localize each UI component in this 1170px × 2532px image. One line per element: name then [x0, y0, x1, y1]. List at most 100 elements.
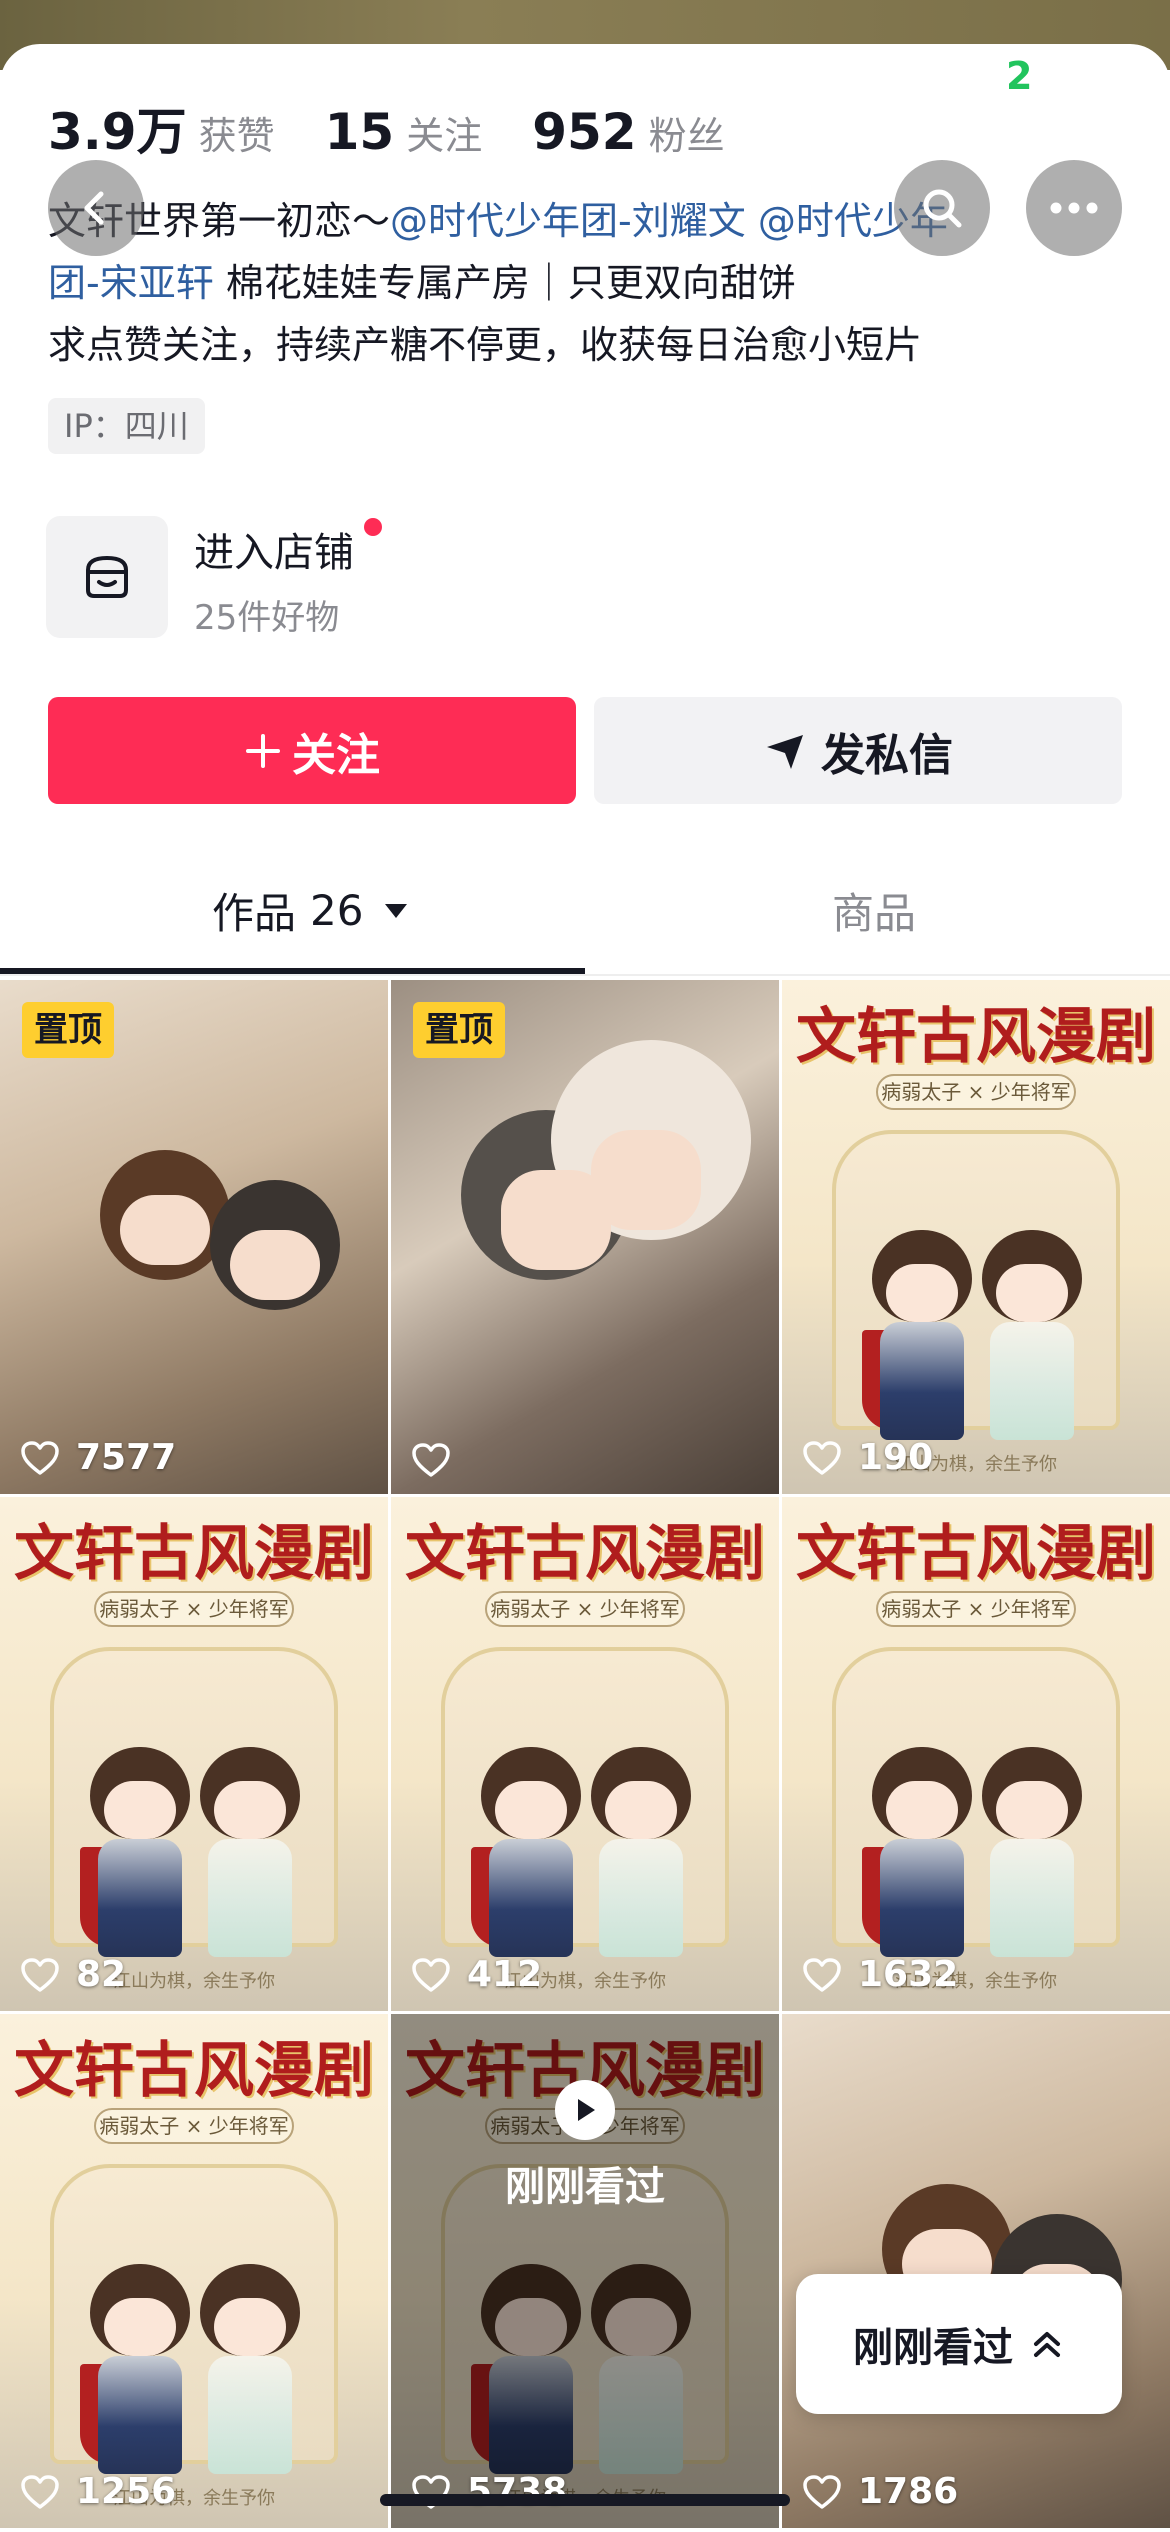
- doll-prince: [190, 1747, 310, 1957]
- search-icon: [923, 189, 962, 228]
- shop-entry-title[interactable]: 进入店铺: [194, 520, 354, 578]
- tab-divider: [0, 974, 1170, 976]
- mention-link-liu[interactable]: @时代少年团-刘耀文: [390, 199, 746, 243]
- followers-count[interactable]: 952: [532, 103, 636, 161]
- shop-new-dot: [364, 518, 382, 536]
- back-button[interactable]: [48, 160, 144, 256]
- tab-works[interactable]: 作品 26: [212, 880, 409, 941]
- profile-stats: 3.9万 获赞 15 关注 952 粉丝: [48, 92, 775, 161]
- home-indicator[interactable]: [380, 2494, 790, 2506]
- tab-goods[interactable]: 商品: [832, 880, 916, 941]
- search-button[interactable]: [894, 160, 990, 256]
- notification-badge: 2: [1006, 54, 1033, 98]
- heart-icon: [21, 1957, 59, 1992]
- doll-prince: [581, 1747, 701, 1957]
- just-watched-button[interactable]: 刚刚看过: [796, 2274, 1122, 2414]
- shop-entry-icon-box[interactable]: [46, 516, 168, 638]
- likes-label: 获赞: [198, 114, 275, 158]
- heart-icon: [803, 1440, 841, 1475]
- more-dots-icon: [1050, 202, 1098, 214]
- plus-icon: [246, 733, 280, 768]
- like-count-value: 1786: [858, 2471, 959, 2512]
- double-chevron-up-icon: [1034, 2332, 1060, 2357]
- doll-general: [80, 2264, 200, 2474]
- following-label[interactable]: 关注: [406, 105, 482, 160]
- doll-general: [862, 1747, 982, 1957]
- mention-link-song-b[interactable]: 团-宋亚轩: [48, 261, 214, 305]
- message-button[interactable]: 发私信: [594, 697, 1122, 804]
- follow-button[interactable]: 关注: [48, 697, 576, 804]
- video-thumbnail[interactable]: 文轩古风漫剧 病弱太子 × 少年将军 江山为棋，余生予你 190: [782, 980, 1170, 1494]
- like-count-value: 82: [76, 1954, 127, 1995]
- more-button[interactable]: [1026, 160, 1122, 256]
- poster-subtitle: 病弱太子 × 少年将军: [94, 1591, 294, 1627]
- followers-label[interactable]: 粉丝: [649, 105, 725, 160]
- video-thumbnail[interactable]: 文轩古风漫剧 病弱太子 × 少年将军 江山为棋，余生予你 82: [0, 1497, 388, 2011]
- bio-text: 棉花娃娃专属产房｜只更双向甜饼: [225, 261, 796, 305]
- poster-subtitle: 病弱太子 × 少年将军: [94, 2108, 294, 2144]
- doll-prince: [972, 1747, 1092, 1957]
- send-icon: [767, 734, 803, 769]
- like-count-value: 1256: [76, 2471, 177, 2512]
- like-count: 1256: [20, 2471, 176, 2512]
- like-count-value: 190: [858, 1437, 934, 1478]
- doll-general: [862, 1230, 982, 1440]
- shop-icon: [86, 555, 128, 598]
- video-thumbnail[interactable]: 1786: [782, 2014, 1170, 2528]
- like-count: 1632: [802, 1954, 958, 1995]
- heart-icon: [412, 1443, 450, 1477]
- doll-prince: [190, 2264, 310, 2474]
- pinned-badge: 置顶: [22, 1002, 114, 1058]
- caret-down-icon: [385, 903, 408, 918]
- profile-screen: { "status": {"badge": "2"}, "stats": [ {…: [0, 0, 1170, 2532]
- doll-general: [80, 1747, 200, 1957]
- poster-title: 文轩古风漫剧: [796, 1519, 1156, 1589]
- heart-icon: [803, 1957, 841, 1992]
- doll-prince: [972, 1230, 1092, 1440]
- plush-doll-face: [120, 1195, 210, 1265]
- like-count-value: 412: [467, 1954, 543, 1995]
- poster-title: 文轩古风漫剧: [796, 1002, 1156, 1072]
- poster-subtitle: 病弱太子 × 少年将军: [485, 1591, 685, 1627]
- shop-entry-subtitle: 25件好物: [194, 598, 340, 638]
- tab-works-label: 作品: [212, 889, 297, 938]
- heart-icon: [803, 2474, 841, 2509]
- like-count-value: 1632: [858, 1954, 959, 1995]
- tab-works-count: 26: [310, 886, 364, 935]
- video-thumbnail[interactable]: 置顶 7577: [0, 980, 388, 1494]
- play-icon: [578, 2099, 595, 2121]
- like-count: 412: [411, 1954, 542, 1995]
- poster-title: 文轩古风漫剧: [14, 2036, 374, 2106]
- poster-subtitle: 病弱太子 × 少年将军: [876, 1074, 1076, 1110]
- video-thumbnail[interactable]: 置顶: [391, 980, 779, 1494]
- video-thumbnail[interactable]: 文轩古风漫剧 病弱太子 × 少年将军 江山为棋，余生予你 1256: [0, 2014, 388, 2528]
- video-thumbnail[interactable]: 文轩古风漫剧 病弱太子 × 少年将军 江山为棋，余生予你 412: [391, 1497, 779, 2011]
- chevron-left-icon: [84, 191, 104, 225]
- like-count: 190: [802, 1437, 933, 1478]
- like-count: 82: [20, 1954, 126, 1995]
- play-button[interactable]: [555, 2080, 615, 2140]
- bio-line-2: 团-宋亚轩 棉花娃娃专属产房｜只更双向甜饼: [48, 252, 1128, 314]
- poster-subtitle: 病弱太子 × 少年将军: [876, 1591, 1076, 1627]
- heart-icon: [412, 1957, 450, 1992]
- just-watched-label: 刚刚看过: [853, 2325, 1013, 2371]
- like-count: [411, 1442, 467, 1478]
- pinned-badge: 置顶: [413, 1002, 505, 1058]
- following-count[interactable]: 15: [325, 103, 395, 161]
- message-button-label: 发私信: [821, 729, 953, 781]
- follow-button-label: 关注: [292, 729, 380, 781]
- likes-count: 3.9万: [48, 103, 187, 161]
- poster-title: 文轩古风漫剧: [14, 1519, 374, 1589]
- just-watched-overlay-label: 刚刚看过: [505, 2164, 665, 2210]
- video-thumbnail[interactable]: 文轩古风漫剧病弱太子 × 少年将军江山为棋，余生予你刚刚看过5738: [391, 2014, 779, 2528]
- heart-icon: [21, 1440, 59, 1475]
- like-count-value: 7577: [76, 1437, 177, 1478]
- heart-icon: [21, 2474, 59, 2509]
- plush-doll-face: [230, 1230, 320, 1300]
- poster-title: 文轩古风漫剧: [405, 1519, 765, 1589]
- plush-doll-face: [591, 1130, 701, 1230]
- ip-location-tag: IP：四川: [48, 398, 205, 454]
- like-count: 1786: [802, 2471, 958, 2512]
- video-thumbnail[interactable]: 文轩古风漫剧 病弱太子 × 少年将军 江山为棋，余生予你 1632: [782, 1497, 1170, 2011]
- bio-line-3: 求点赞关注，持续产糖不停更，收获每日治愈小短片: [48, 323, 923, 367]
